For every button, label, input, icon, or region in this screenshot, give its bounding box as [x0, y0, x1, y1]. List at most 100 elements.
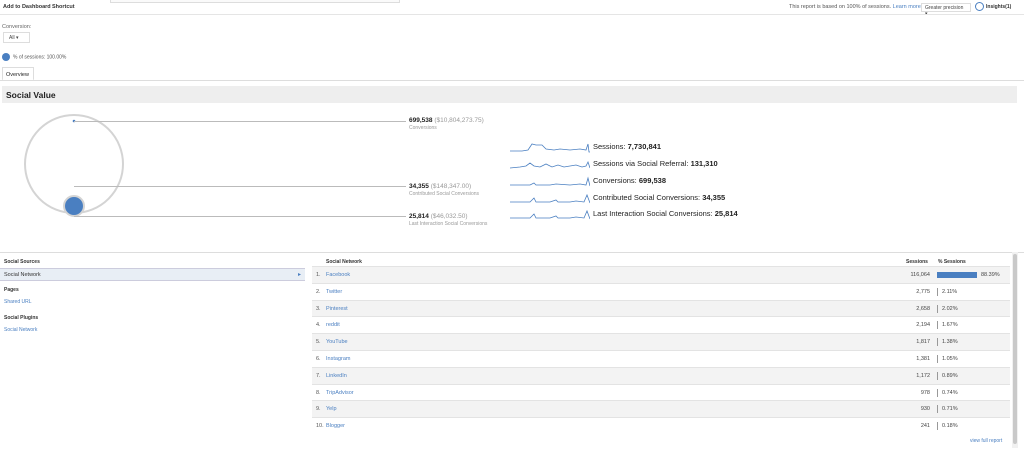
table-row[interactable]: 6. Instagram 1,381 1.05% [312, 350, 1010, 367]
tab-overview[interactable]: Overview [2, 67, 34, 81]
precision-value: Greater precision [925, 5, 964, 11]
metric-label: Last Interaction Social Conversions [409, 221, 488, 227]
metric-value-line: 25,814 ($46,032.50) [409, 213, 487, 220]
sessions-bar [937, 321, 938, 330]
shared-url-link[interactable]: Shared URL [4, 299, 32, 305]
metric-value: 34,355 [409, 183, 429, 190]
insights-label: Insights(1) [986, 3, 1012, 10]
network-link[interactable]: Blogger [326, 423, 345, 429]
column-header-sessions[interactable]: Sessions [906, 259, 928, 265]
learn-more-link[interactable]: Learn more [893, 4, 921, 10]
row-index: 7. [316, 372, 321, 379]
sampling-text: This report is based on 100% of sessions… [789, 4, 892, 10]
sparkline-chart [510, 160, 590, 169]
pct-sessions-value: 1.38% [942, 339, 958, 346]
sessions-value: 1,817 [916, 339, 930, 346]
chevron-right-icon: ▸ [297, 272, 301, 278]
toolbar-divider [0, 14, 1024, 15]
view-full-report-link[interactable]: view full report [970, 438, 1002, 444]
insights-button[interactable]: Insights(1) [975, 2, 1017, 13]
conversion-value: All [9, 35, 15, 41]
sessions-bar [937, 371, 938, 380]
precision-dropdown[interactable]: Greater precision ▾ [921, 3, 971, 17]
sessions-bar [937, 405, 938, 414]
shortcut-button[interactable]: Shortcut [52, 4, 75, 10]
insights-icon [975, 2, 984, 11]
network-link[interactable]: Yelp [326, 406, 337, 412]
network-link[interactable]: Twitter [326, 289, 342, 295]
table-row[interactable]: 7. LinkedIn 1,172 0.89% [312, 366, 1010, 384]
sessions-bar [937, 304, 938, 313]
network-link[interactable]: TripAdvisor [326, 390, 354, 396]
nav-item-label: Social Network [4, 272, 41, 278]
table-row[interactable]: 10. Blogger 241 0.18% [312, 417, 1010, 434]
network-link[interactable]: Instagram [326, 356, 350, 362]
network-link[interactable]: Pinterest [326, 306, 348, 312]
table-row[interactable]: 1. Facebook 116,064 88.39% [312, 266, 1010, 283]
sparkline-chart [510, 209, 590, 220]
row-index: 5. [316, 339, 321, 346]
row-index: 2. [316, 288, 321, 295]
table-row[interactable]: 9. Yelp 930 0.71% [312, 400, 1010, 418]
conversion-select[interactable]: All ▾ [3, 32, 30, 43]
row-index: 4. [316, 322, 321, 329]
network-link[interactable]: YouTube [326, 339, 348, 345]
social-plugins-heading: Social Plugins [4, 315, 39, 321]
sparkline-chart [510, 193, 590, 204]
sparkline-label: Conversions: 699,538 [593, 176, 666, 185]
sparkline-row-social-referral[interactable]: Sessions via Social Referral: 131,310 [510, 157, 810, 171]
plugins-social-network-link[interactable]: Social Network [4, 327, 37, 333]
sparkline-label: Sessions: 7,730,841 [593, 142, 661, 151]
row-index: 6. [316, 356, 321, 362]
table-row[interactable]: 8. TripAdvisor 978 0.74% [312, 383, 1010, 401]
column-header-network[interactable]: Social Network [326, 259, 362, 265]
network-link[interactable]: reddit [326, 322, 340, 328]
sparkline-label-text: Conversions: [593, 176, 637, 185]
sparkline-row-conversions[interactable]: Conversions: 699,538 [510, 174, 810, 188]
social-sources-heading: Social Sources [4, 259, 40, 265]
sessions-legend: % of sessions: 100.00% [2, 53, 66, 61]
pct-sessions-value: 0.18% [942, 423, 958, 430]
row-index: 1. [316, 272, 321, 278]
table-row[interactable]: 4. reddit 2,194 1.67% [312, 316, 1010, 333]
table-row[interactable]: 5. YouTube 1,817 1.38% [312, 333, 1010, 351]
network-link[interactable]: Facebook [326, 272, 350, 278]
column-header-pct-sessions[interactable]: % Sessions [938, 259, 966, 265]
sessions-value: 241 [920, 423, 930, 430]
social-value-circle-graphic [24, 114, 124, 217]
sessions-value: 1,381 [916, 356, 930, 362]
metric-value-line: 34,355 ($148,347.00) [409, 183, 479, 190]
add-to-dashboard-button[interactable]: Add to Dashboard [3, 4, 51, 10]
sparkline-row-last-interaction[interactable]: Last Interaction Social Conversions: 25,… [510, 207, 810, 221]
tab-divider [0, 80, 1024, 81]
pct-sessions-value: 1.05% [942, 356, 958, 362]
top-search-field[interactable] [110, 0, 400, 3]
row-index: 9. [316, 406, 321, 413]
metric-money: ($10,804,273.75) [434, 117, 484, 124]
sessions-value: 2,194 [916, 322, 930, 329]
scrollbar-thumb[interactable] [1013, 254, 1017, 444]
sessions-value: 978 [920, 389, 930, 396]
connector-line [74, 121, 406, 122]
sparkline-label-text: Sessions via Social Referral: [593, 159, 689, 168]
table-row[interactable]: 3. Pinterest 2,658 2.02% [312, 299, 1010, 317]
sessions-value: 2,658 [916, 305, 930, 312]
connector-line [74, 186, 406, 187]
last-interaction-metric: 25,814 ($46,032.50) Last Interaction Soc… [409, 213, 487, 227]
sparkline-label-text: Contributed Social Conversions: [593, 193, 701, 202]
table-row[interactable]: 2. Twitter 2,775 2.11% [312, 282, 1010, 300]
sparkline-value: 34,355 [702, 193, 726, 202]
metric-value: 25,814 [409, 213, 429, 220]
segment-dot-icon [2, 53, 10, 61]
metric-value-line: 699,538 ($10,804,273.75) [409, 117, 484, 124]
sessions-bar [937, 388, 938, 397]
network-link[interactable]: LinkedIn [326, 373, 347, 379]
sparkline-row-contributed[interactable]: Contributed Social Conversions: 34,355 [510, 191, 810, 205]
social-network-nav-item[interactable]: Social Network ▸ [0, 268, 305, 281]
sparkline-value: 7,730,841 [627, 142, 661, 151]
section-divider [0, 252, 1024, 253]
pct-sessions-value: 2.02% [942, 305, 958, 312]
contributed-metric: 34,355 ($148,347.00) Contributed Social … [409, 183, 479, 197]
sparkline-row-sessions[interactable]: Sessions: 7,730,841 [510, 140, 810, 154]
pct-sessions-value: 1.67% [942, 322, 958, 329]
